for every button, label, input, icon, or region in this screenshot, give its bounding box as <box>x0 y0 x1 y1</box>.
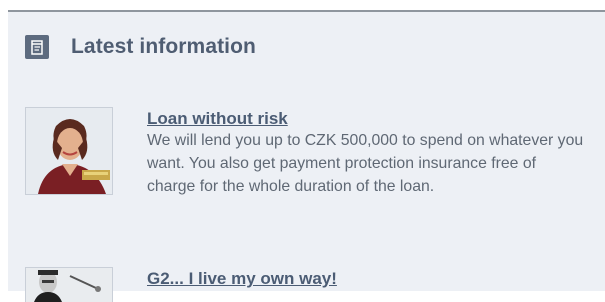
news-item: G2... I live my own way! <box>25 267 587 302</box>
news-icon <box>25 35 49 59</box>
news-item-title-link[interactable]: Loan without risk <box>147 108 288 129</box>
news-item-description: We will lend you up to CZK 500,000 to sp… <box>147 132 584 195</box>
news-thumbnail[interactable] <box>25 107 113 195</box>
news-thumbnail[interactable] <box>25 267 113 302</box>
panel-header: Latest information <box>25 34 256 60</box>
news-item-title-link[interactable]: G2... I live my own way! <box>147 268 337 289</box>
panel-title: Latest information <box>71 35 256 58</box>
news-item: Loan without risk We will lend you up to… <box>25 107 587 198</box>
latest-information-panel: Latest information Loan without risk We … <box>8 10 605 302</box>
